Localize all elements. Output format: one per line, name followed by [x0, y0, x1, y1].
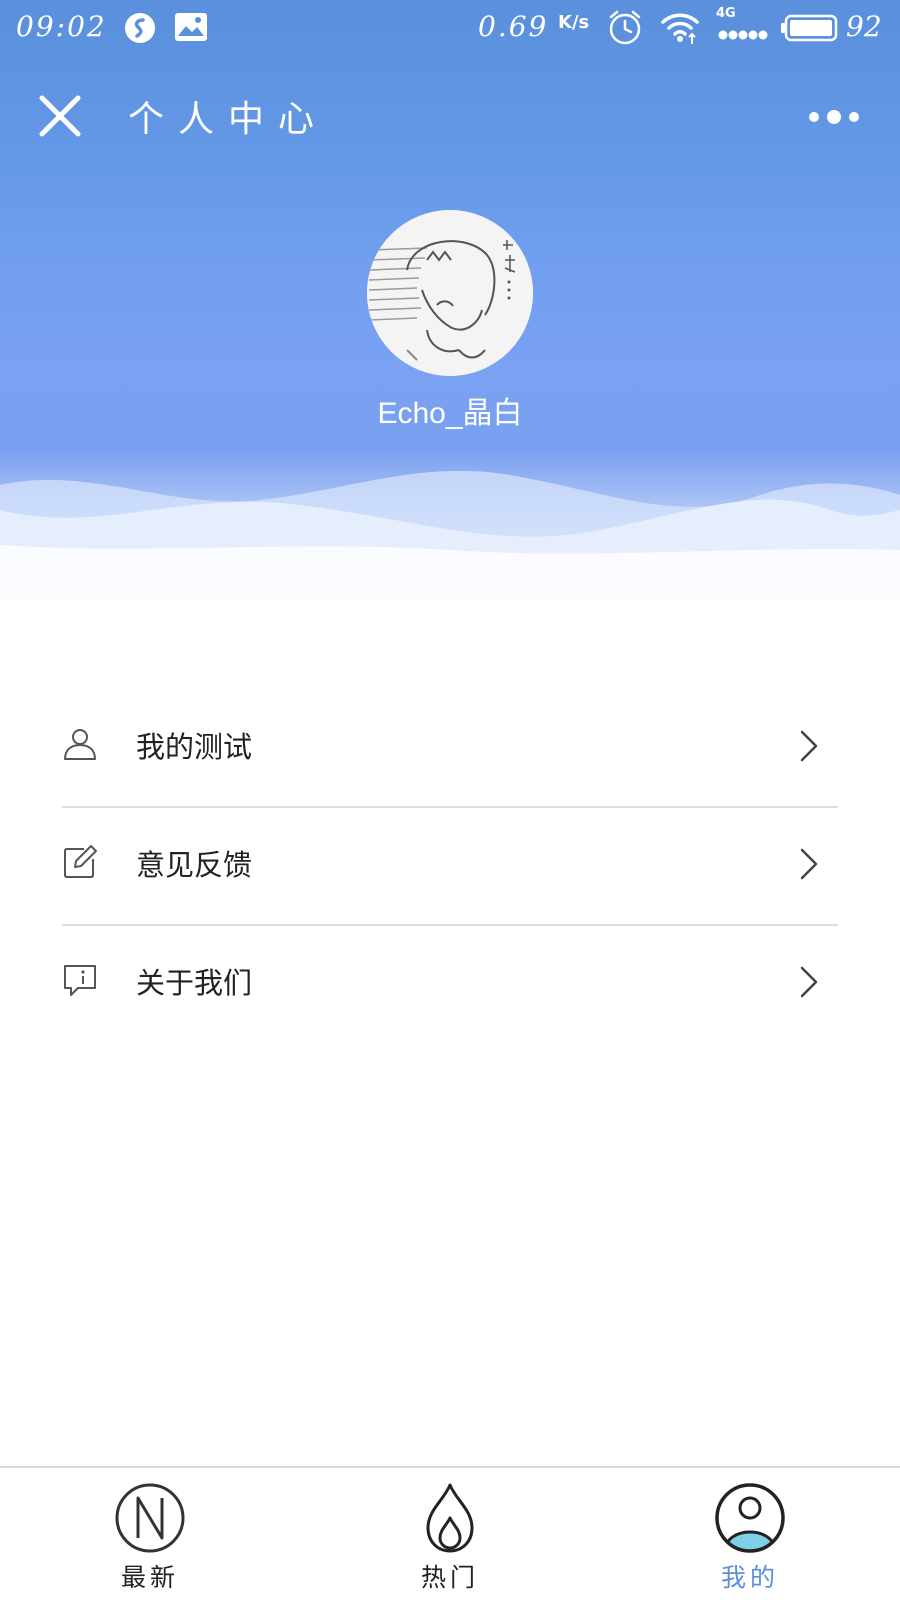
chevron-right-icon: [800, 848, 818, 880]
user-icon: [64, 729, 96, 760]
chevron-right-icon: [800, 730, 818, 762]
more-dots-icon: [809, 110, 859, 124]
flame-icon: [426, 1483, 474, 1553]
more-button[interactable]: [806, 102, 862, 132]
wave-decoration: [0, 470, 900, 600]
net-speed-unit: K/s: [558, 12, 590, 33]
new-n-icon: [115, 1483, 185, 1553]
battery-icon: [780, 14, 838, 49]
menu-item-label: 我的测试: [136, 730, 253, 764]
status-time: 09:02: [16, 10, 107, 43]
menu-item-label: 意见反馈: [136, 848, 253, 882]
tab-label: 最新: [120, 1563, 179, 1592]
profile-icon: [715, 1483, 785, 1553]
tab-mine[interactable]: 我的: [690, 1482, 810, 1600]
tab-hot[interactable]: 热门: [390, 1482, 510, 1600]
net-speed: 0.69: [478, 10, 549, 43]
tab-latest[interactable]: 最新: [90, 1482, 210, 1600]
signal-icon: [718, 18, 772, 51]
profile-screen: 09:02 0.69 K/s 4G 92 个人中心 Echo_晶白 我的测试 意…: [0, 0, 900, 1600]
menu-item-label: 关于我们: [136, 966, 253, 1000]
info-chat-icon: [64, 965, 96, 996]
alarm-icon: [606, 8, 644, 53]
close-button[interactable]: [34, 90, 86, 142]
menu-item-my-tests[interactable]: 我的测试: [62, 690, 838, 808]
menu-list: 我的测试 意见反馈 关于我们: [62, 690, 838, 1042]
avatar-image: [367, 210, 533, 376]
bottom-tab-bar: 最新 热门 我的: [0, 1466, 900, 1600]
image-icon: [174, 12, 208, 49]
edit-icon: [64, 845, 97, 878]
username: Echo_晶白: [377, 397, 523, 430]
avatar[interactable]: [367, 210, 533, 376]
sync-icon: [124, 12, 156, 51]
title-bar: 个人中心: [0, 70, 900, 160]
tab-label: 热门: [420, 1563, 479, 1592]
menu-item-feedback[interactable]: 意见反馈: [62, 808, 838, 926]
tab-label: 我的: [720, 1563, 779, 1592]
wifi-icon: [660, 10, 700, 51]
menu-item-about-us[interactable]: 关于我们: [62, 926, 838, 1042]
page-title: 个人中心: [128, 99, 329, 140]
chevron-right-icon: [800, 966, 818, 998]
battery-level: 92: [846, 10, 882, 43]
close-icon: [39, 95, 81, 137]
status-bar: 09:02 0.69 K/s 4G 92: [0, 0, 900, 56]
